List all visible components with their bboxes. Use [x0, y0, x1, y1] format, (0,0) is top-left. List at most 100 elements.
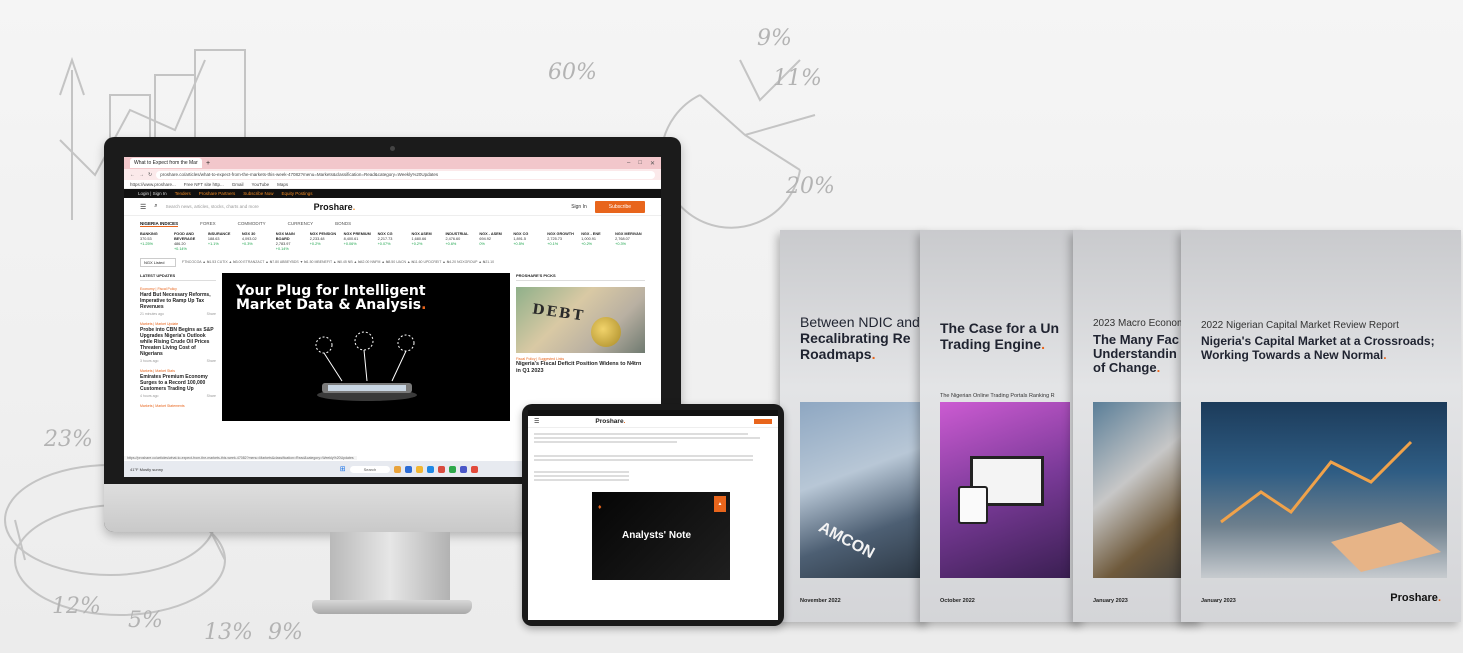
- report-title-text: of Change: [1093, 360, 1157, 375]
- sketch-label: 5%: [128, 608, 163, 633]
- list-item[interactable]: Markets | Market Statements: [140, 404, 216, 408]
- weather-widget[interactable]: 41°F Mostly sunny: [130, 467, 163, 472]
- sketch-label: 12%: [52, 594, 101, 619]
- browser-tab[interactable]: What to Expect from the Market thi: [130, 158, 202, 168]
- report-cover-ndic[interactable]: Between NDIC and Recalibrating Re Roadma…: [780, 230, 930, 622]
- minimize-icon[interactable]: –: [627, 160, 630, 167]
- list-item[interactable]: Markets | Market Stats Emirates Premium …: [140, 369, 216, 398]
- index-item[interactable]: NGX PENSION 2,233.48 +0.2%: [310, 232, 340, 252]
- report-subtitle: The Nigerian Online Trading Portals Rank…: [940, 393, 1055, 399]
- topbar-link[interactable]: Proshare Partners: [199, 191, 236, 196]
- index-item[interactable]: NGX GROWTH 2,725.73 +0.1%: [547, 232, 577, 252]
- report-title-line: The Many Fac: [1093, 332, 1179, 347]
- topbar-link[interactable]: Subscribe Now: [243, 191, 273, 196]
- hero-banner[interactable]: Your Plug for Intelligent Market Data & …: [222, 273, 510, 421]
- taskbar-search[interactable]: Search: [349, 465, 391, 473]
- app-icon[interactable]: [394, 465, 402, 473]
- app-icon[interactable]: [438, 465, 446, 473]
- topbar-link[interactable]: Tenders: [175, 191, 191, 196]
- folder-icon[interactable]: [416, 465, 424, 473]
- site-topbar: Login | Sign In Tenders Proshare Partner…: [124, 189, 661, 198]
- index-name: FOOD AND BEVERAGE: [173, 232, 196, 241]
- subscribe-button[interactable]: Subscribe: [594, 200, 645, 213]
- pick-image[interactable]: DEBT: [516, 287, 645, 353]
- market-tabs: NIGERIA INDICES FOREX COMMODITY CURRENCY…: [124, 216, 661, 229]
- index-item[interactable]: NGX CG 2,217.73 +0.07%: [378, 232, 408, 252]
- index-change: +0.6%: [445, 242, 457, 246]
- list-item[interactable]: Economy | Fiscal Policy Hard But Necessa…: [140, 287, 216, 316]
- report-title-line: Roadmaps.: [800, 346, 876, 362]
- new-tab-icon[interactable]: +: [206, 160, 210, 167]
- search-input[interactable]: Search news, articles, stocks, charts an…: [166, 204, 306, 209]
- index-item[interactable]: NGX MAIN BOARD 2,783.97 +0.14%: [276, 232, 306, 252]
- index-item[interactable]: INDUSTRIAL 2,476.60 +0.6%: [445, 232, 475, 252]
- index-item[interactable]: NGX 30 4,093.02 +0.3%: [242, 232, 272, 252]
- tab-forex[interactable]: FOREX: [200, 221, 216, 227]
- topbar-link[interactable]: Login | Sign In: [138, 191, 167, 196]
- report-image: [1201, 402, 1447, 578]
- story-time: 21 minutes ago: [140, 312, 164, 316]
- site-logo[interactable]: Proshare.: [595, 418, 625, 425]
- tablet-icon: [958, 486, 988, 524]
- reload-icon[interactable]: ↻: [148, 172, 152, 178]
- edge-icon[interactable]: [427, 465, 435, 473]
- report-title-line: Between NDIC and: [800, 314, 920, 330]
- index-change: +0.2%: [309, 242, 321, 246]
- app-icon[interactable]: [405, 465, 413, 473]
- bookmark-item[interactable]: https://www.proshare...: [130, 182, 176, 187]
- signin-link[interactable]: Sign In: [571, 204, 587, 210]
- monitor-stand: [330, 532, 450, 602]
- bookmark-item[interactable]: YouTube: [251, 182, 269, 187]
- logo-text: Proshare: [595, 418, 624, 425]
- share-link[interactable]: Share: [207, 394, 216, 398]
- index-change: +0.2%: [411, 242, 423, 246]
- maximize-icon[interactable]: □: [638, 160, 642, 167]
- report-cover-trading-engine[interactable]: The Case for a Un Trading Engine. The Ni…: [920, 230, 1085, 622]
- topbar-link[interactable]: Equity Postings: [282, 191, 313, 196]
- list-item[interactable]: Markets | Market Update Probe into CBN B…: [140, 322, 216, 363]
- tablet-indices: [528, 428, 778, 486]
- tab-nigeria-indices[interactable]: NIGERIA INDICES: [140, 221, 179, 227]
- index-item[interactable]: NGX - ASEM 694.92 0%: [479, 232, 509, 252]
- forward-icon[interactable]: →: [139, 172, 144, 178]
- story-tag: Economy | Fiscal Policy: [140, 287, 177, 291]
- index-item[interactable]: NGX ASEM 1,680.66 +0.2%: [412, 232, 442, 252]
- index-item[interactable]: NGX PREMIUM 8,400.61 +0.06%: [344, 232, 374, 252]
- close-icon[interactable]: ✕: [650, 160, 655, 167]
- share-link[interactable]: Share: [207, 312, 216, 316]
- tab-bonds[interactable]: BONDS: [335, 221, 351, 227]
- app-icon[interactable]: [449, 465, 457, 473]
- index-item[interactable]: BANKING 370.53 +1.25%: [140, 232, 170, 252]
- pick-title[interactable]: Nigeria's Fiscal Deficit Position Widens…: [516, 361, 645, 375]
- ticker-bar: NGX Listed FTNCOCOA ▲ ₦1.53 CUTIX ▲ ₦3.0…: [124, 255, 661, 269]
- back-icon[interactable]: ←: [130, 172, 135, 178]
- story-title[interactable]: Probe into CBN Begins as S&P Upgrades Ni…: [140, 327, 216, 357]
- app-icon[interactable]: [460, 465, 468, 473]
- search-icon[interactable]: ⌕: [154, 203, 157, 210]
- index-item[interactable]: FOOD AND BEVERAGE 486.20 +0.14%: [174, 232, 204, 252]
- subscribe-button[interactable]: [754, 419, 772, 424]
- index-item[interactable]: NGX MERIVAN 2,768.07 +0.3%: [615, 232, 645, 252]
- report-cover-capital-market[interactable]: 2022 Nigerian Capital Market Review Repo…: [1181, 230, 1461, 622]
- tablet-hero-banner[interactable]: ♦ ▲ Analysts' Note: [592, 492, 730, 580]
- url-field[interactable]: proshare.co/articles/what-to-expect-from…: [156, 170, 655, 179]
- story-title[interactable]: Emirates Premium Economy Surges to a Rec…: [140, 374, 216, 392]
- chrome-icon[interactable]: [471, 465, 479, 473]
- hero-illustration: [315, 331, 417, 401]
- bookmark-item[interactable]: Gmail: [232, 182, 244, 187]
- index-item[interactable]: INSURANCE 188.63 +1.1%: [208, 232, 238, 252]
- menu-icon[interactable]: ☰: [534, 418, 539, 425]
- index-item[interactable]: NGX - ENE 1,000.91 +0.2%: [581, 232, 611, 252]
- share-link[interactable]: Share: [207, 359, 216, 363]
- index-item[interactable]: NGX CG 1,891.5 +0.5%: [513, 232, 543, 252]
- menu-icon[interactable]: ☰: [140, 203, 146, 211]
- tab-currency[interactable]: CURRENCY: [288, 221, 314, 227]
- story-title[interactable]: Hard But Necessary Reforms, Imperative t…: [140, 292, 216, 310]
- proshares-picks: PROSHARE'S PICKS DEBT Fiscal Policy | Su…: [516, 273, 645, 423]
- site-logo[interactable]: Proshare.: [314, 202, 356, 212]
- bookmark-item[interactable]: Free NFT site http...: [184, 182, 224, 187]
- bookmark-item[interactable]: Maps: [277, 182, 288, 187]
- ticker-select[interactable]: NGX Listed: [140, 257, 176, 267]
- tab-commodity[interactable]: COMMODITY: [238, 221, 266, 227]
- windows-start-icon[interactable]: ⊞: [340, 465, 346, 473]
